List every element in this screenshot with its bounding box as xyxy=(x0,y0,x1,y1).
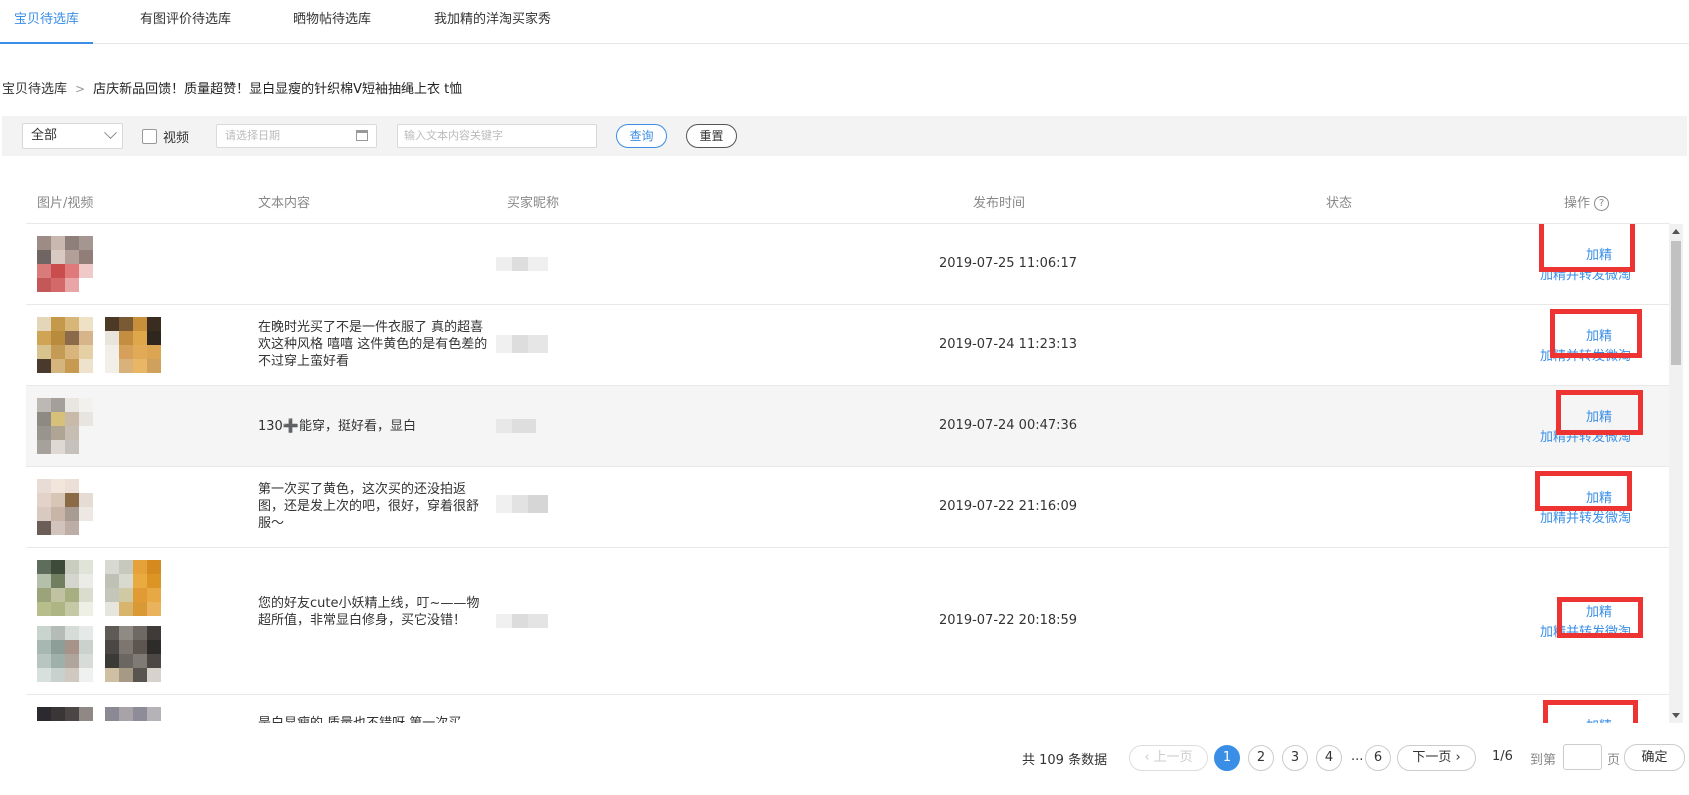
total-count: 共 109 条数据 xyxy=(1022,753,1108,768)
date-picker[interactable]: 请选择日期 xyxy=(216,124,377,148)
table-row: 您的好友cute小妖精上线，叮~——物超所值，非常显白修身，买它没错！ 2019… xyxy=(26,548,1670,695)
goto-suffix: 页 xyxy=(1607,753,1621,768)
publish-time: 2019-07-22 21:16:09 xyxy=(939,499,1078,514)
page-button-4[interactable]: 4 xyxy=(1316,745,1342,771)
page-ellipsis: ... xyxy=(1351,749,1364,764)
prev-page-label: 上一页 xyxy=(1153,750,1193,765)
page-info: 1/6 xyxy=(1492,749,1513,764)
review-text: 130➕能穿，挺好看，显白 xyxy=(258,419,416,434)
media-thumbnail[interactable] xyxy=(37,479,93,535)
column-header-nick: 买家昵称 xyxy=(507,196,560,211)
breadcrumb: 宝贝待选库 > 店庆新品回馈！质量超赞！显白显瘦的针织棉V短袖抽绳上衣 t恤 xyxy=(2,78,462,97)
annotation-highlight-box xyxy=(1550,309,1642,358)
column-header-time: 发布时间 xyxy=(973,196,1026,211)
breadcrumb-current: 店庆新品回馈！质量超赞！显白显瘦的针织棉V短袖抽绳上衣 t恤 xyxy=(93,82,463,97)
table-row: 在晚时光买了不是一件衣服了 真的超喜欢这种风格 嘻嘻 这件黄色的是有色差的 不过… xyxy=(26,305,1670,386)
publish-time: 2019-07-24 11:23:13 xyxy=(939,337,1078,352)
publish-time: 2019-07-22 20:18:59 xyxy=(939,613,1078,628)
table-scrollbar[interactable] xyxy=(1669,224,1683,723)
tab-bar: 宝贝待选库 有图评价待选库 晒物帖待选库 我加精的洋淘买家秀 xyxy=(0,0,1689,44)
type-select-value: 全部 xyxy=(31,128,58,143)
page-button-6[interactable]: 6 xyxy=(1365,745,1391,771)
page-button-1[interactable]: 1 xyxy=(1214,745,1240,771)
publish-time: 2019-07-25 11:06:17 xyxy=(939,256,1078,271)
media-thumbnail[interactable] xyxy=(37,317,93,373)
calendar-icon xyxy=(356,130,368,141)
keyword-placeholder: 输入文本内容关键字 xyxy=(404,129,503,142)
buyer-nick-blurred xyxy=(496,614,554,628)
media-thumbnail[interactable] xyxy=(105,626,161,682)
chevron-left-icon: ‹ xyxy=(1144,750,1154,765)
breadcrumb-root[interactable]: 宝贝待选库 xyxy=(2,82,67,97)
review-text: 第一次买了黄色，这次买的还没拍返图，还是发上次的吧，很好，穿着很舒服～ xyxy=(258,482,480,531)
media-thumbnail[interactable] xyxy=(37,398,93,454)
buyer-nick-blurred xyxy=(496,495,554,513)
media-thumbnail[interactable] xyxy=(37,626,93,682)
annotation-highlight-box xyxy=(1556,390,1643,435)
column-header-ops: 操作? xyxy=(1564,192,1610,211)
buyer-nick-blurred xyxy=(496,257,554,271)
scroll-up-arrow-icon[interactable] xyxy=(1672,229,1680,234)
review-text: 您的好友cute小妖精上线，叮~——物超所值，非常显白修身，买它没错！ xyxy=(258,596,480,628)
column-header-media: 图片/视频 xyxy=(37,196,94,211)
chevron-right-icon: › xyxy=(1451,750,1461,765)
scroll-down-arrow-icon[interactable] xyxy=(1672,713,1680,718)
annotation-highlight-box xyxy=(1539,224,1635,272)
video-checkbox[interactable] xyxy=(142,129,157,144)
page-button-2[interactable]: 2 xyxy=(1248,745,1274,771)
type-select[interactable]: 全部 xyxy=(22,123,123,149)
table-row: 130➕能穿，挺好看，显白 2019-07-24 00:47:36 加精 加精并… xyxy=(26,386,1670,467)
buyer-nick-blurred xyxy=(496,335,554,353)
table-row: 2019-07-25 11:06:17 加精 加精并转发微淘 xyxy=(26,224,1670,305)
ops-header-label: 操作 xyxy=(1564,196,1591,211)
column-header-status: 状态 xyxy=(1326,196,1353,211)
page-button-3[interactable]: 3 xyxy=(1282,745,1308,771)
next-page-button[interactable]: 下一页 › xyxy=(1397,745,1476,771)
media-thumbnail[interactable] xyxy=(105,707,161,723)
tab-showcase-posts[interactable]: 晒物帖待选库 xyxy=(293,0,371,44)
filter-bar: 全部 视频 请选择日期 输入文本内容关键字 查询 重置 xyxy=(2,116,1687,156)
review-text: 是白显瘦的 质量也不错呀 第一次买 xyxy=(258,715,488,723)
media-thumbnail[interactable] xyxy=(37,707,93,723)
goto-page-input[interactable] xyxy=(1563,744,1602,770)
column-header-text: 文本内容 xyxy=(258,196,311,211)
scrollbar-thumb[interactable] xyxy=(1671,241,1681,365)
tab-item-library[interactable]: 宝贝待选库 xyxy=(0,0,94,44)
prev-page-button[interactable]: ‹ 上一页 xyxy=(1129,745,1208,771)
review-text: 在晚时光买了不是一件衣服了 真的超喜欢这种风格 嘻嘻 这件黄色的是有色差的 不过… xyxy=(258,320,488,369)
help-icon[interactable]: ? xyxy=(1594,196,1610,211)
media-thumbnail[interactable] xyxy=(105,560,161,616)
table-body: 2019-07-25 11:06:17 加精 加精并转发微淘 在晚时光买了不是一… xyxy=(26,224,1670,723)
publish-time: 2019-07-24 00:47:36 xyxy=(939,418,1078,433)
annotation-highlight-box xyxy=(1557,597,1643,638)
reset-button[interactable]: 重置 xyxy=(686,124,737,148)
table-row: 是白显瘦的 质量也不错呀 第一次买 加精 xyxy=(26,695,1670,723)
next-page-label: 下一页 xyxy=(1412,750,1452,765)
chevron-down-icon xyxy=(104,126,117,140)
query-button[interactable]: 查询 xyxy=(616,124,667,148)
confirm-goto-button[interactable]: 确定 xyxy=(1624,744,1685,771)
media-thumbnail[interactable] xyxy=(37,236,93,292)
table-row: 第一次买了黄色，这次买的还没拍返图，还是发上次的吧，很好，穿着很舒服～ 2019… xyxy=(26,467,1670,548)
media-thumbnail[interactable] xyxy=(105,317,161,373)
media-thumbnail[interactable] xyxy=(37,560,93,616)
annotation-highlight-box xyxy=(1535,471,1632,511)
annotation-highlight-box xyxy=(1543,700,1638,723)
date-placeholder: 请选择日期 xyxy=(225,129,280,142)
chevron-right-icon: > xyxy=(75,82,86,96)
tab-photo-reviews[interactable]: 有图评价待选库 xyxy=(140,0,231,44)
buyer-nick-blurred xyxy=(496,419,554,433)
tab-my-featured[interactable]: 我加精的洋淘买家秀 xyxy=(434,0,551,44)
video-checkbox-label: 视频 xyxy=(163,131,190,146)
keyword-input[interactable]: 输入文本内容关键字 xyxy=(397,124,597,148)
goto-label: 到第 xyxy=(1530,753,1557,768)
